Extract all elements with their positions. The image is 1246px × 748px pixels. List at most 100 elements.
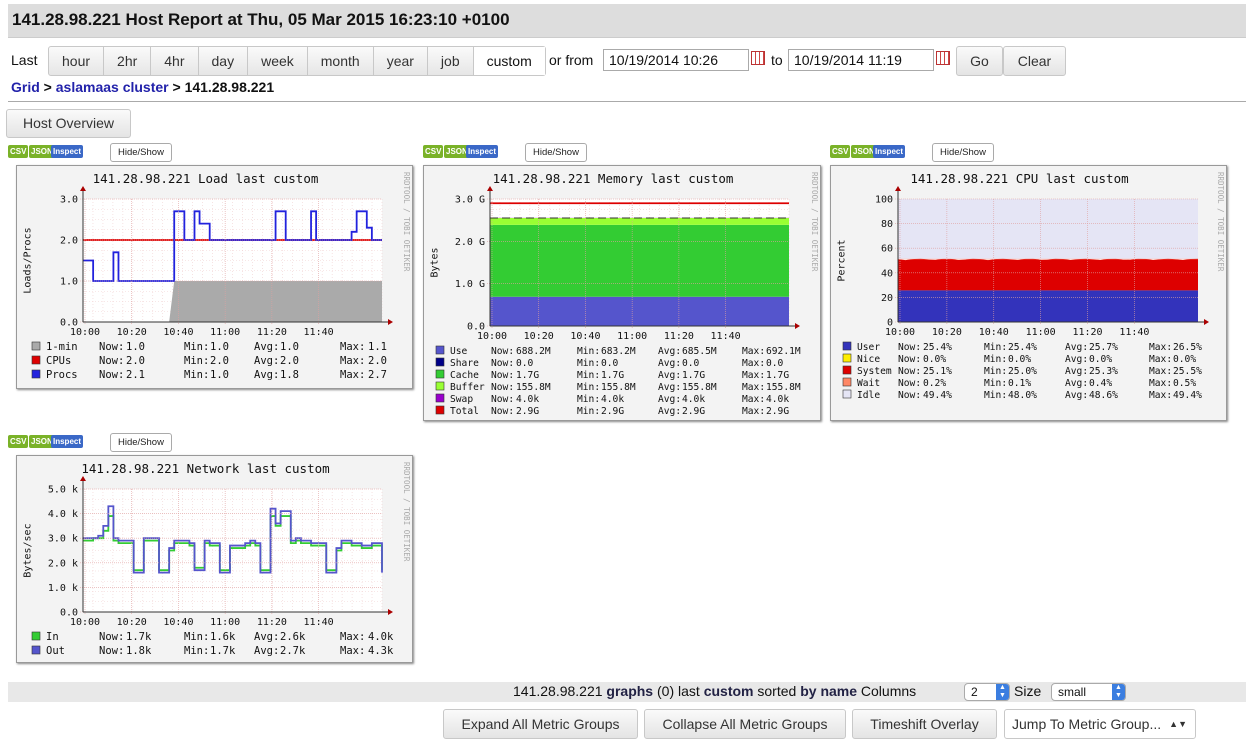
legend-text: Now: <box>898 366 921 377</box>
legend-text: Avg: <box>1065 378 1088 389</box>
footer-host: 141.28.98.221 <box>513 683 603 699</box>
legend-text: 2.0 <box>210 355 229 367</box>
legend-text: Nice <box>857 354 880 365</box>
legend-text: Min: <box>184 369 209 381</box>
legend-swatch <box>435 381 445 391</box>
legend-text: Max: <box>1149 366 1172 377</box>
legend-text: 1-min <box>46 341 78 353</box>
csv-export-button[interactable]: CSV <box>830 145 851 158</box>
collapse-all-button[interactable]: Collapse All Metric Groups <box>644 709 846 739</box>
rrdtool-watermark: RRDTOOL / TOBI OETIKER <box>402 462 411 562</box>
legend-swatch <box>435 345 445 355</box>
range-2hr-button[interactable]: 2hr <box>104 47 152 75</box>
graph-image[interactable]: 141.28.98.221 Network last custom RRDTOOL… <box>16 455 413 663</box>
footer-sort-key: name <box>820 683 858 699</box>
host-overview-button[interactable]: Host Overview <box>6 109 131 138</box>
from-date-input[interactable]: 10/19/2014 10:26 <box>603 49 749 71</box>
legend-swatch <box>31 341 41 351</box>
legend-text: 1.1 <box>368 341 387 353</box>
legend-text: Avg: <box>658 406 681 417</box>
legend-text: Min: <box>984 390 1007 401</box>
legend-text: Max: <box>340 631 365 643</box>
legend-text: 48.0% <box>1008 390 1037 401</box>
legend-text: Max: <box>742 406 765 417</box>
legend-text: Min: <box>984 366 1007 377</box>
clear-button[interactable]: Clear <box>1003 46 1066 76</box>
legend-text: Avg: <box>1065 342 1088 353</box>
legend-text: In <box>46 631 59 643</box>
range-custom-button[interactable]: custom <box>473 47 545 75</box>
hide-show-events-button[interactable]: Hide/Show Events <box>932 143 994 175</box>
calendar-icon[interactable] <box>751 51 765 65</box>
legend-text: Now: <box>898 378 921 389</box>
graph-image[interactable]: 141.28.98.221 CPU last custom RRDTOOL / T… <box>830 165 1227 421</box>
csv-export-button[interactable]: CSV <box>8 145 29 158</box>
x-tick-label: 11:00 <box>210 327 240 338</box>
jump-to-metric-group-select[interactable]: Jump To Metric Group... ▲▼ <box>1004 709 1196 739</box>
legend-swatch <box>435 405 445 415</box>
expand-all-button[interactable]: Expand All Metric Groups <box>443 709 638 739</box>
legend-text: Avg: <box>658 382 681 393</box>
calendar-icon[interactable] <box>936 51 950 65</box>
legend-text: User <box>857 342 880 353</box>
columns-select[interactable]: 2 ▲ ▼ <box>964 683 1010 701</box>
breadcrumb-grid-link[interactable]: Grid <box>11 79 40 95</box>
legend-text: 25.3% <box>1089 366 1118 377</box>
x-tick-label: 11:20 <box>664 331 694 342</box>
size-select[interactable]: small ▲ ▼ <box>1051 683 1126 701</box>
page-header: 141.28.98.221 Host Report at Thu, 05 Mar… <box>8 4 1246 38</box>
breadcrumb-cluster-link[interactable]: aslamaas cluster <box>56 79 169 95</box>
range-month-button[interactable]: month <box>308 47 374 75</box>
legend-text: 25.7% <box>1089 342 1118 353</box>
legend-text: Use <box>450 346 468 357</box>
legend-text: 692.1M <box>766 346 801 357</box>
csv-export-button[interactable]: CSV <box>423 145 444 158</box>
range-year-button[interactable]: year <box>374 47 428 75</box>
legend-text: 2.6k <box>280 631 306 643</box>
to-date-input[interactable]: 10/19/2014 11:19 <box>788 49 934 71</box>
x-tick-label: 11:40 <box>1119 327 1149 338</box>
legend-swatch <box>435 369 445 379</box>
axis-arrow <box>80 476 86 481</box>
go-button[interactable]: Go <box>956 46 1003 76</box>
range-4hr-button[interactable]: 4hr <box>151 47 199 75</box>
x-tick-label: 10:40 <box>979 327 1009 338</box>
x-tick-label: 10:20 <box>524 331 554 342</box>
series-area <box>898 290 1198 322</box>
range-job-button[interactable]: job <box>428 47 474 75</box>
range-week-button[interactable]: week <box>248 47 308 75</box>
inspect-button[interactable]: Inspect <box>51 435 84 448</box>
chart-title: 141.28.98.221 Network last custom <box>81 461 329 476</box>
chevron-updown-icon: ▲▼ <box>996 684 1009 700</box>
axis-arrow <box>388 319 393 325</box>
csv-export-button[interactable]: CSV <box>8 435 29 448</box>
x-tick-label: 11:20 <box>1072 327 1102 338</box>
legend-text: 0.0% <box>1173 354 1196 365</box>
y-tick-label: 20 <box>881 293 893 304</box>
legend-swatch <box>31 645 41 655</box>
range-hour-button[interactable]: hour <box>49 47 105 75</box>
inspect-button[interactable]: Inspect <box>873 145 906 158</box>
range-day-button[interactable]: day <box>199 47 249 75</box>
legend-text: 4.0k <box>682 394 705 405</box>
hide-show-events-button[interactable]: Hide/Show Events <box>525 143 587 175</box>
legend-text: 1.7G <box>516 370 539 381</box>
or-from-label: or from <box>549 52 594 68</box>
timeshift-overlay-button[interactable]: Timeshift Overlay <box>852 709 997 739</box>
inspect-button[interactable]: Inspect <box>51 145 84 158</box>
divider <box>8 101 1246 102</box>
hide-show-events-button[interactable]: Hide/Show Events <box>110 143 172 175</box>
graph-image[interactable]: 141.28.98.221 Load last custom RRDTOOL / … <box>16 165 413 389</box>
x-tick-label: 10:00 <box>477 331 507 342</box>
graph-image[interactable]: 141.28.98.221 Memory last custom RRDTOOL … <box>423 165 821 421</box>
legend-text: Avg: <box>254 355 279 367</box>
legend-text: 0.4% <box>1089 378 1112 389</box>
y-tick-label: 80 <box>881 219 893 230</box>
legend-text: Max: <box>742 370 765 381</box>
inspect-button[interactable]: Inspect <box>466 145 499 158</box>
legend-text: 0.0% <box>1089 354 1112 365</box>
legend-text: 4.3k <box>368 645 394 657</box>
hide-show-events-button[interactable]: Hide/Show Events <box>110 433 172 465</box>
y-tick-label: 2.0 <box>60 236 78 247</box>
legend-text: Out <box>46 645 65 657</box>
